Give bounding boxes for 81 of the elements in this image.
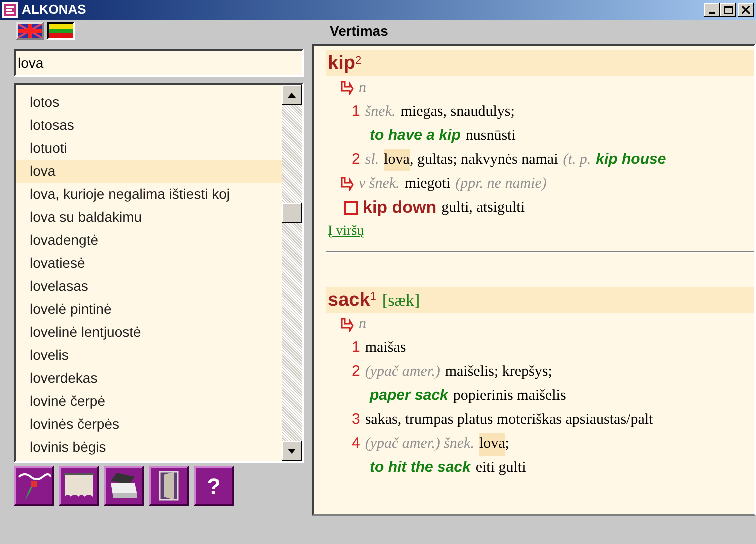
sense-number: 2 (352, 362, 360, 382)
window-title: ALKONAS (22, 1, 86, 20)
highlighted-word: lova (479, 433, 506, 456)
word-list-item[interactable]: loverdekas (16, 367, 282, 390)
door-button[interactable] (149, 466, 189, 506)
word-list-item[interactable]: lotos (16, 91, 282, 114)
flag-icon (18, 24, 42, 38)
headword: sack$^{1}$ (328, 288, 376, 312)
translation-text: gulti, atsigulti (442, 198, 526, 218)
sense-number: 1 (352, 102, 360, 122)
curtain-button[interactable] (59, 466, 99, 506)
arrow-icon (340, 177, 354, 191)
word-list-item[interactable]: lovinės čerpės (16, 413, 282, 436)
sense-number: 2 (352, 150, 360, 170)
word-list-item[interactable]: lovelinė lentjuostė (16, 321, 282, 344)
close-button[interactable] (738, 3, 754, 17)
translation-text: miegas, snaudulys; (400, 102, 515, 122)
up-arrow-icon (288, 92, 296, 98)
search-field[interactable]: lova (14, 49, 304, 77)
square-icon (344, 201, 358, 215)
down-arrow-icon (288, 448, 296, 454)
scroll-up-button[interactable] (282, 85, 302, 105)
grammar-label: šnek. (365, 102, 396, 122)
word-list-item[interactable]: lovatiesė (16, 252, 282, 275)
panel-title: Vertimas (329, 22, 388, 40)
example-phrase: paper sack (370, 386, 448, 406)
word-list-item[interactable]: lova (16, 160, 282, 183)
back-to-top-link[interactable]: Į viršų (328, 221, 364, 242)
maximize-icon (724, 6, 732, 14)
printer-button[interactable] (104, 466, 144, 506)
arrow-icon (340, 318, 354, 332)
example-phrase: to have a kip (370, 126, 461, 146)
translation-text: , gultas; nakvynės namai (410, 150, 558, 170)
minimize-button[interactable] (704, 3, 720, 17)
translation-text: eiti gulti (476, 459, 526, 478)
translation-text: maišelis; krepšys; (445, 363, 552, 382)
grammar-label: (ppr. ne namie) (456, 174, 547, 194)
flag-icon (49, 24, 73, 38)
grammar-label: n (359, 315, 366, 334)
grammar-label: n (359, 78, 366, 98)
example-phrase: kip house (596, 150, 666, 170)
grammar-label: v šnek. (359, 174, 400, 194)
highlighted-word: lova (384, 148, 410, 172)
sense-number: 3 (352, 410, 360, 430)
grammar-label: (t. p. (563, 150, 592, 170)
word-list-item[interactable]: lova su baldakimu (16, 206, 282, 229)
close-icon (742, 6, 750, 14)
translation-text: maišas (365, 339, 406, 358)
grammar-label: (ypač amer.) šnek. (365, 435, 474, 454)
word-list-item[interactable]: lovelasas (16, 275, 282, 298)
arrow-icon (340, 81, 354, 95)
translation-text: sakas, trumpas platus moteriškas apsiaustas/palt (365, 411, 654, 430)
scroll-down-button[interactable] (282, 441, 302, 461)
wave-pen-button[interactable] (14, 466, 54, 506)
word-list-item[interactable]: lovinė čerpė (16, 390, 282, 413)
word-list-item[interactable]: lova, kurioje negalima ištiesti koj (16, 183, 282, 206)
sense-number: 1 (352, 338, 360, 358)
minimize-icon (709, 12, 715, 14)
word-list-item[interactable]: lovinis bėgis (16, 436, 282, 459)
translation-text: nusnūsti (466, 126, 516, 146)
scroll-thumb[interactable] (282, 203, 302, 223)
example-phrase: to hit the sack (370, 458, 471, 478)
maximize-button[interactable] (720, 3, 736, 17)
pronunciation: [sæk] (382, 290, 420, 312)
headword: kip$^{2}$ (328, 52, 362, 76)
app-icon (2, 2, 18, 18)
word-list-item[interactable]: lovadengtė (16, 229, 282, 252)
grammar-label: sl. (365, 150, 380, 170)
translation-text: ; (505, 435, 510, 454)
word-list-item[interactable]: lotuoti (16, 137, 282, 160)
grammar-label: (ypač amer.) (365, 363, 440, 382)
idiom-phrase: kip down (363, 197, 437, 220)
sense-number: 4 (352, 434, 360, 454)
word-list-item[interactable]: lovelė pintinė (16, 298, 282, 321)
translation-text: popierinis maišelis (453, 387, 566, 406)
scrollbar[interactable] (282, 85, 302, 461)
translation-text: miegoti (404, 174, 451, 194)
word-list-item[interactable]: lotosas (16, 114, 282, 137)
help-button[interactable]: ? (194, 466, 234, 506)
language-flag-button[interactable] (47, 22, 75, 40)
word-list-item[interactable]: lovelis (16, 344, 282, 367)
